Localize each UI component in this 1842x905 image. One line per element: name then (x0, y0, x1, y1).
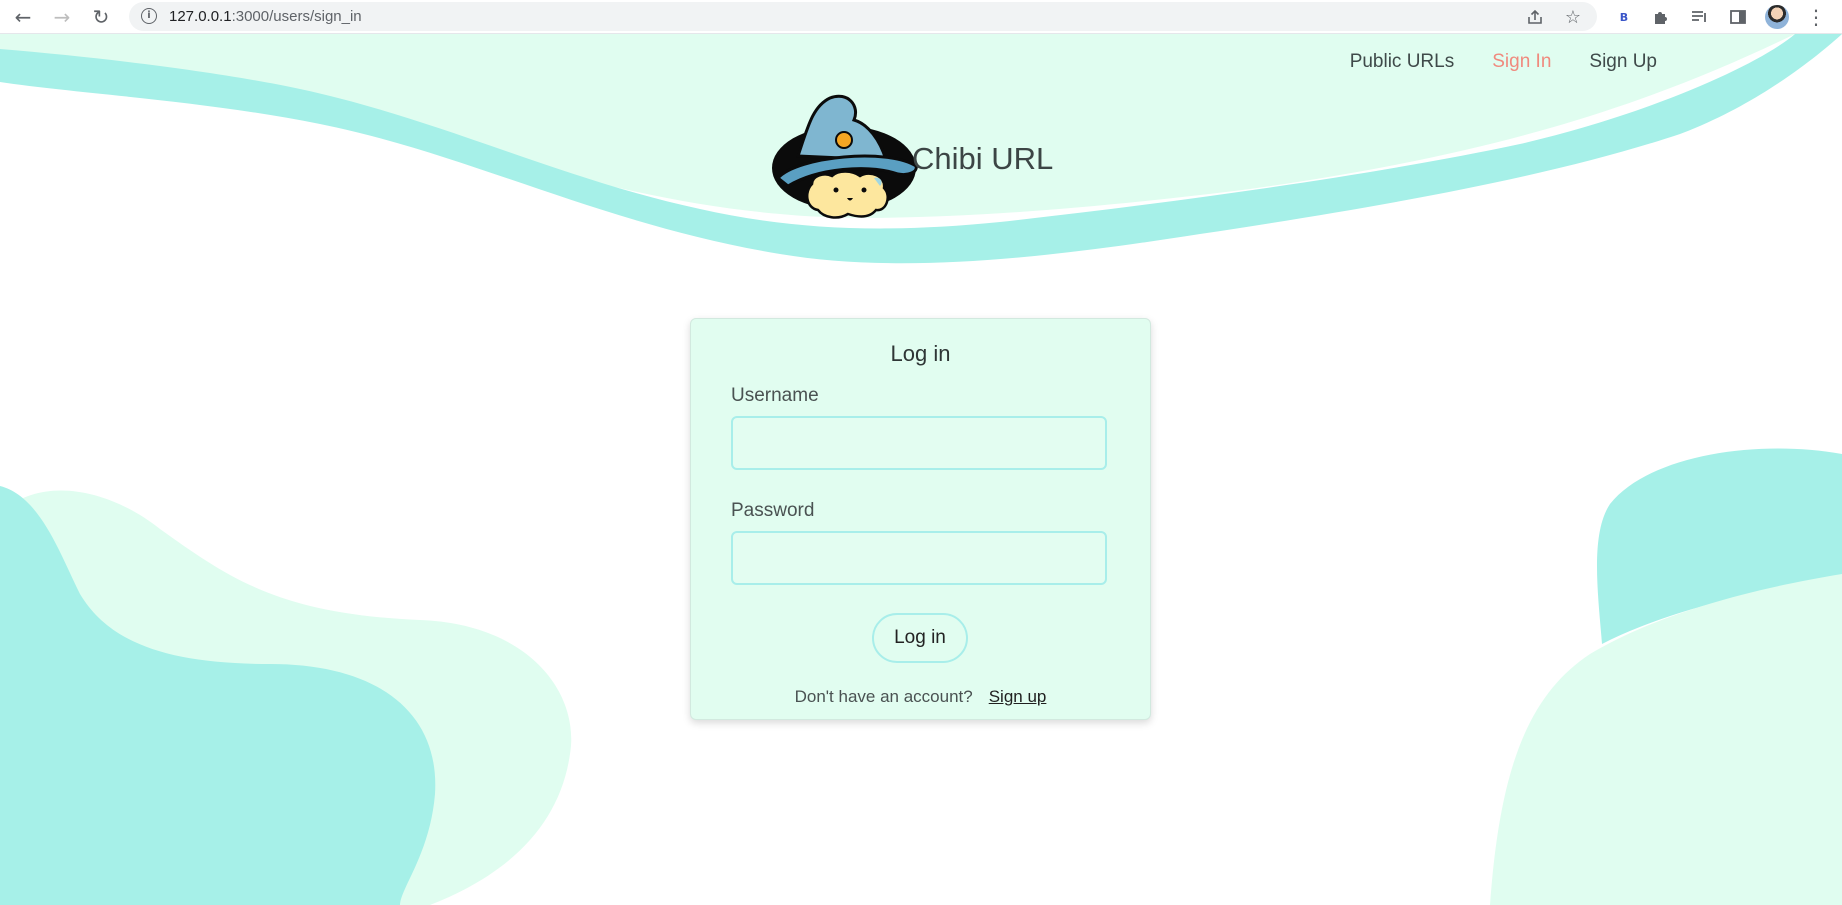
signup-prompt: Don't have an account? Sign up (691, 687, 1150, 707)
top-navigation: Public URLs Sign In Sign Up (1350, 51, 1657, 73)
brand-title: Chibi URL (912, 140, 1054, 176)
url-path: :3000/users/sign_in (231, 8, 362, 25)
extensions-puzzle-icon[interactable] (1648, 4, 1674, 30)
forward-arrow-icon[interactable]: → (47, 0, 77, 33)
page-viewport: Public URLs Sign In Sign Up Chibi URL Lo… (0, 34, 1842, 905)
kebab-menu-icon[interactable]: ⋮ (1803, 4, 1829, 30)
login-title: Log in (890, 341, 951, 366)
password-label: Password (731, 500, 815, 521)
nav-public-urls-link[interactable]: Public URLs (1350, 51, 1455, 73)
wizard-mascot-logo (772, 94, 918, 219)
side-panel-icon[interactable] (1725, 4, 1751, 30)
reload-icon[interactable]: ↻ (86, 0, 116, 33)
bookmark-star-icon[interactable]: ☆ (1561, 5, 1585, 29)
nav-sign-in-link[interactable]: Sign In (1492, 51, 1551, 73)
profile-avatar[interactable] (1765, 5, 1789, 29)
login-submit-button[interactable]: Log in (872, 613, 968, 663)
browser-toolbar: ← → ↻ i 127.0.0.1:3000/users/sign_in ☆ B… (0, 0, 1842, 34)
reading-list-icon[interactable] (1686, 4, 1712, 30)
password-input[interactable] (731, 531, 1107, 585)
username-label: Username (731, 385, 819, 406)
url-text: 127.0.0.1:3000/users/sign_in (169, 8, 362, 25)
back-arrow-icon[interactable]: ← (8, 0, 38, 33)
extension-badge: B (1619, 10, 1629, 24)
share-icon[interactable] (1523, 5, 1547, 29)
url-host: 127.0.0.1 (169, 8, 232, 25)
brand[interactable]: Chibi URL (768, 86, 1053, 221)
site-info-icon[interactable]: i (141, 8, 157, 24)
login-card: Log in Username Password Log in Don't ha… (690, 318, 1151, 720)
address-bar[interactable]: i 127.0.0.1:3000/users/sign_in ☆ (129, 2, 1597, 31)
username-input[interactable] (731, 416, 1107, 470)
nav-sign-up-link[interactable]: Sign Up (1589, 51, 1657, 73)
signup-prompt-text: Don't have an account? (794, 687, 973, 706)
extension-b-icon[interactable]: B (1611, 4, 1637, 30)
signup-link[interactable]: Sign up (989, 687, 1047, 706)
